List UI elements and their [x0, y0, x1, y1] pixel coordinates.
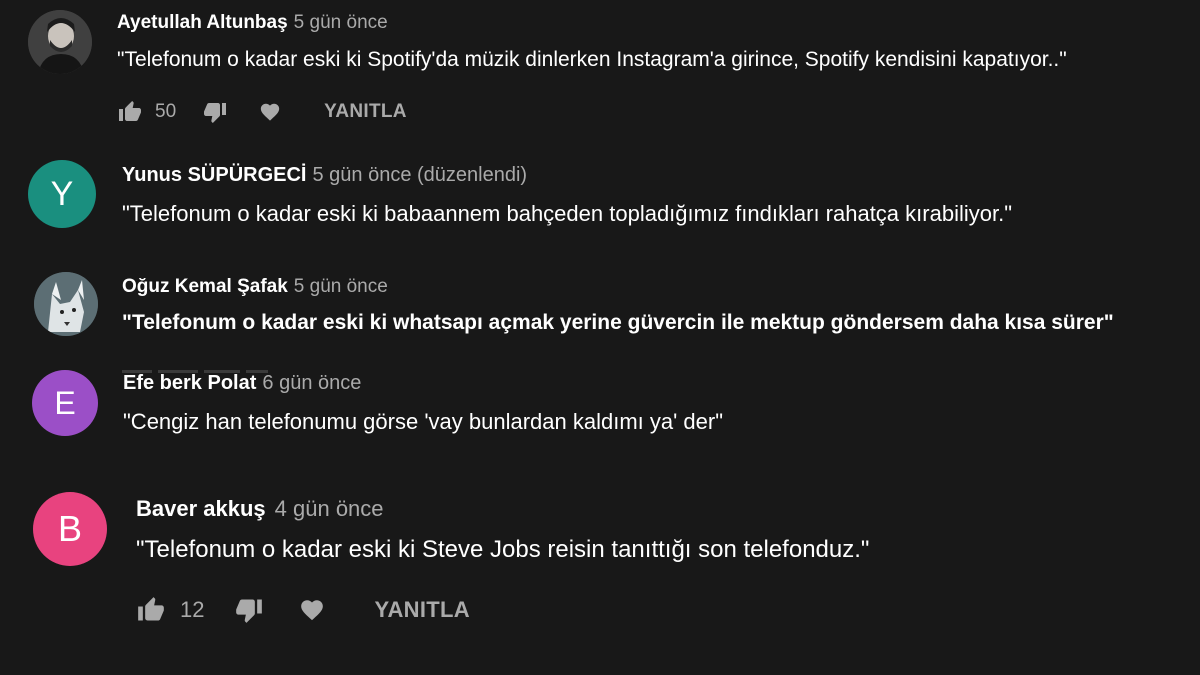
avatar-efe[interactable]: E [32, 370, 98, 436]
comment-text: "Telefonum o kadar eski ki whatsapı açma… [122, 311, 1114, 334]
comment-meta: Yunus SÜPÜRGECİ 5 gün önce (düzenlendi) [122, 164, 527, 187]
comment-meta: Ayetullah Altunbaş 5 gün önce [117, 12, 388, 34]
avatar-oguz[interactable] [34, 272, 98, 336]
comment-text: "Telefonum o kadar eski ki Steve Jobs re… [136, 536, 870, 563]
comment-actions: 50 YANITLA [117, 98, 407, 126]
comment-text: "Telefonum o kadar eski ki babaannem bah… [122, 201, 1013, 226]
comment-actions: 12 YANITLA [136, 594, 470, 626]
comment-meta: Baver akkuş 4 gün önce [136, 496, 384, 522]
comment-text: "Cengiz han telefonumu görse 'vay bunlar… [123, 409, 724, 434]
avatar-letter: E [54, 384, 76, 421]
like-count: 12 [180, 597, 205, 622]
timestamp[interactable]: 4 gün önce [275, 496, 384, 521]
reply-button[interactable]: YANITLA [374, 597, 469, 623]
timestamp[interactable]: 5 gün önce [294, 12, 388, 33]
comment-meta: Oğuz Kemal Şafak 5 gün önce [122, 276, 388, 298]
thumbs-down-icon[interactable] [202, 100, 228, 124]
heart-icon[interactable] [258, 101, 282, 123]
reply-button[interactable]: YANITLA [324, 101, 407, 123]
like-count: 50 [155, 101, 177, 122]
author-name[interactable]: Efe berk Polat [123, 372, 256, 394]
avatar-yunus[interactable]: Y [28, 160, 96, 228]
timestamp[interactable]: 5 gün önce [294, 276, 388, 297]
thumbs-down-icon[interactable] [234, 596, 264, 624]
avatar-letter: Y [50, 174, 74, 213]
avatar-baver[interactable]: B [33, 492, 107, 566]
author-name[interactable]: Oğuz Kemal Şafak [122, 276, 288, 297]
timestamp[interactable]: 5 gün önce (düzenlendi) [312, 164, 527, 186]
person-photo-icon [28, 10, 92, 74]
thumbs-up-icon[interactable] [117, 100, 143, 124]
avatar-letter: B [57, 508, 82, 549]
comment-text: "Telefonum o kadar eski ki Spotify'da mü… [117, 48, 1067, 71]
wolf-photo-icon [34, 272, 98, 336]
timestamp[interactable]: 6 gün önce [262, 372, 361, 394]
comment-meta: Efe berk Polat 6 gün önce [123, 372, 361, 395]
author-name[interactable]: Yunus SÜPÜRGECİ [122, 164, 306, 186]
heart-icon[interactable] [298, 597, 326, 623]
author-name[interactable]: Baver akkuş [136, 496, 266, 521]
avatar-ayetullah[interactable] [28, 10, 92, 74]
author-name[interactable]: Ayetullah Altunbaş [117, 12, 288, 33]
thumbs-up-icon[interactable] [136, 596, 166, 624]
overlap-artifact [122, 360, 292, 373]
